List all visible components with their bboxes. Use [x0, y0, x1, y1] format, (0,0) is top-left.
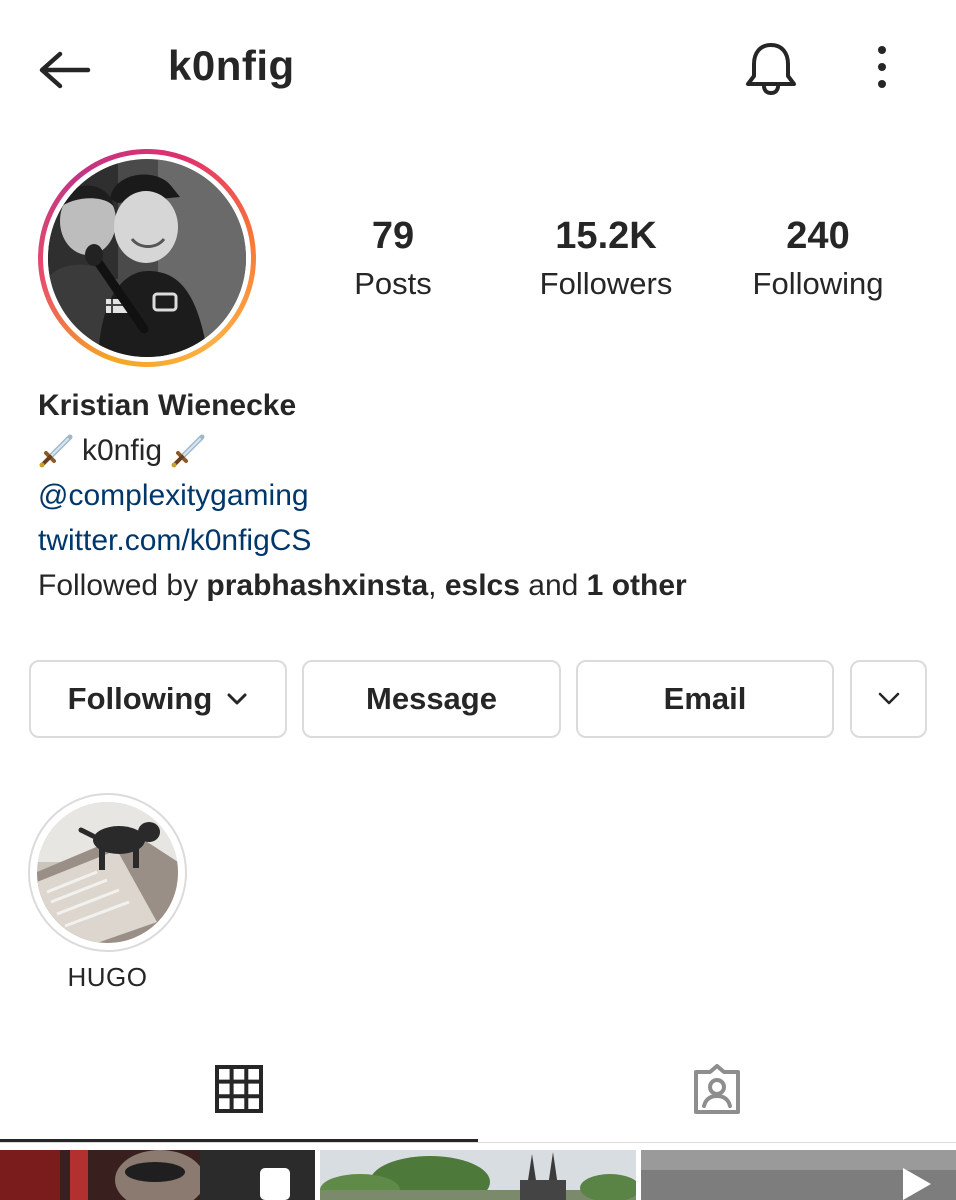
bio-tagline: k0nfig [38, 428, 918, 473]
bio-tagline-text: k0nfig [82, 434, 163, 467]
followed-by-prefix: Followed by [38, 569, 199, 602]
following-button-label: Following [67, 681, 213, 716]
followed-by[interactable]: Followed by prabhashxinsta, eslcs and 1 … [38, 563, 918, 608]
story-highlight[interactable] [28, 793, 187, 952]
email-button-label: Email [663, 681, 747, 716]
posts-label: Posts [354, 266, 432, 301]
bio: Kristian Wienecke k0nfig @complexitygami… [38, 384, 918, 608]
grid-icon [215, 1065, 263, 1113]
post-thumbnail[interactable] [320, 1150, 636, 1200]
highlight-label: HUGO [67, 962, 148, 992]
more-vertical-icon[interactable] [868, 42, 896, 92]
followers-count[interactable]: 15.2K Followers [516, 210, 696, 306]
followers-label: Followers [539, 266, 673, 301]
tab-posts-grid[interactable] [0, 1052, 478, 1144]
followed-by-user: eslcs [444, 569, 520, 602]
post-thumbnail[interactable] [0, 1150, 315, 1200]
following-button[interactable]: Following [29, 660, 287, 738]
message-button-label: Message [366, 681, 497, 716]
following-label: Following [752, 266, 884, 301]
followed-by-and: and [528, 569, 579, 602]
chevron-down-icon [227, 693, 247, 705]
following-count[interactable]: 240 Following [738, 210, 898, 306]
followers-value: 15.2K [555, 215, 657, 257]
profile-photo [48, 159, 246, 357]
page-title: k0nfig [168, 42, 295, 89]
external-link[interactable]: twitter.com/k0nfigCS [38, 518, 918, 563]
mention-link[interactable]: @complexitygaming [38, 473, 918, 518]
posts-grid [0, 1150, 956, 1200]
tab-divider [0, 1142, 956, 1143]
posts-count[interactable]: 79 Posts [318, 210, 468, 306]
avatar[interactable] [38, 149, 256, 367]
suggested-accounts-button[interactable] [850, 660, 927, 738]
profile-tabs [0, 1052, 956, 1144]
following-value: 240 [786, 215, 850, 257]
tab-tagged[interactable] [478, 1052, 956, 1144]
chevron-down-icon [878, 692, 899, 705]
highlight-cover [37, 802, 178, 943]
dagger-icon [39, 434, 73, 467]
top-bar: k0nfig [0, 0, 956, 140]
post-thumbnail[interactable] [641, 1150, 956, 1200]
followed-by-user: prabhashxinsta [206, 569, 429, 602]
posts-value: 79 [371, 215, 415, 257]
followed-by-separator: , [428, 569, 437, 602]
dagger-icon [171, 434, 205, 467]
message-button[interactable]: Message [302, 660, 561, 738]
tagged-person-icon [694, 1064, 740, 1114]
full-name: Kristian Wienecke [38, 389, 297, 422]
bell-icon[interactable] [742, 40, 800, 96]
followed-by-others: 1 other [586, 569, 687, 602]
avatar-frame [43, 154, 251, 362]
email-button[interactable]: Email [576, 660, 834, 738]
arrow-left-icon[interactable] [34, 45, 94, 95]
